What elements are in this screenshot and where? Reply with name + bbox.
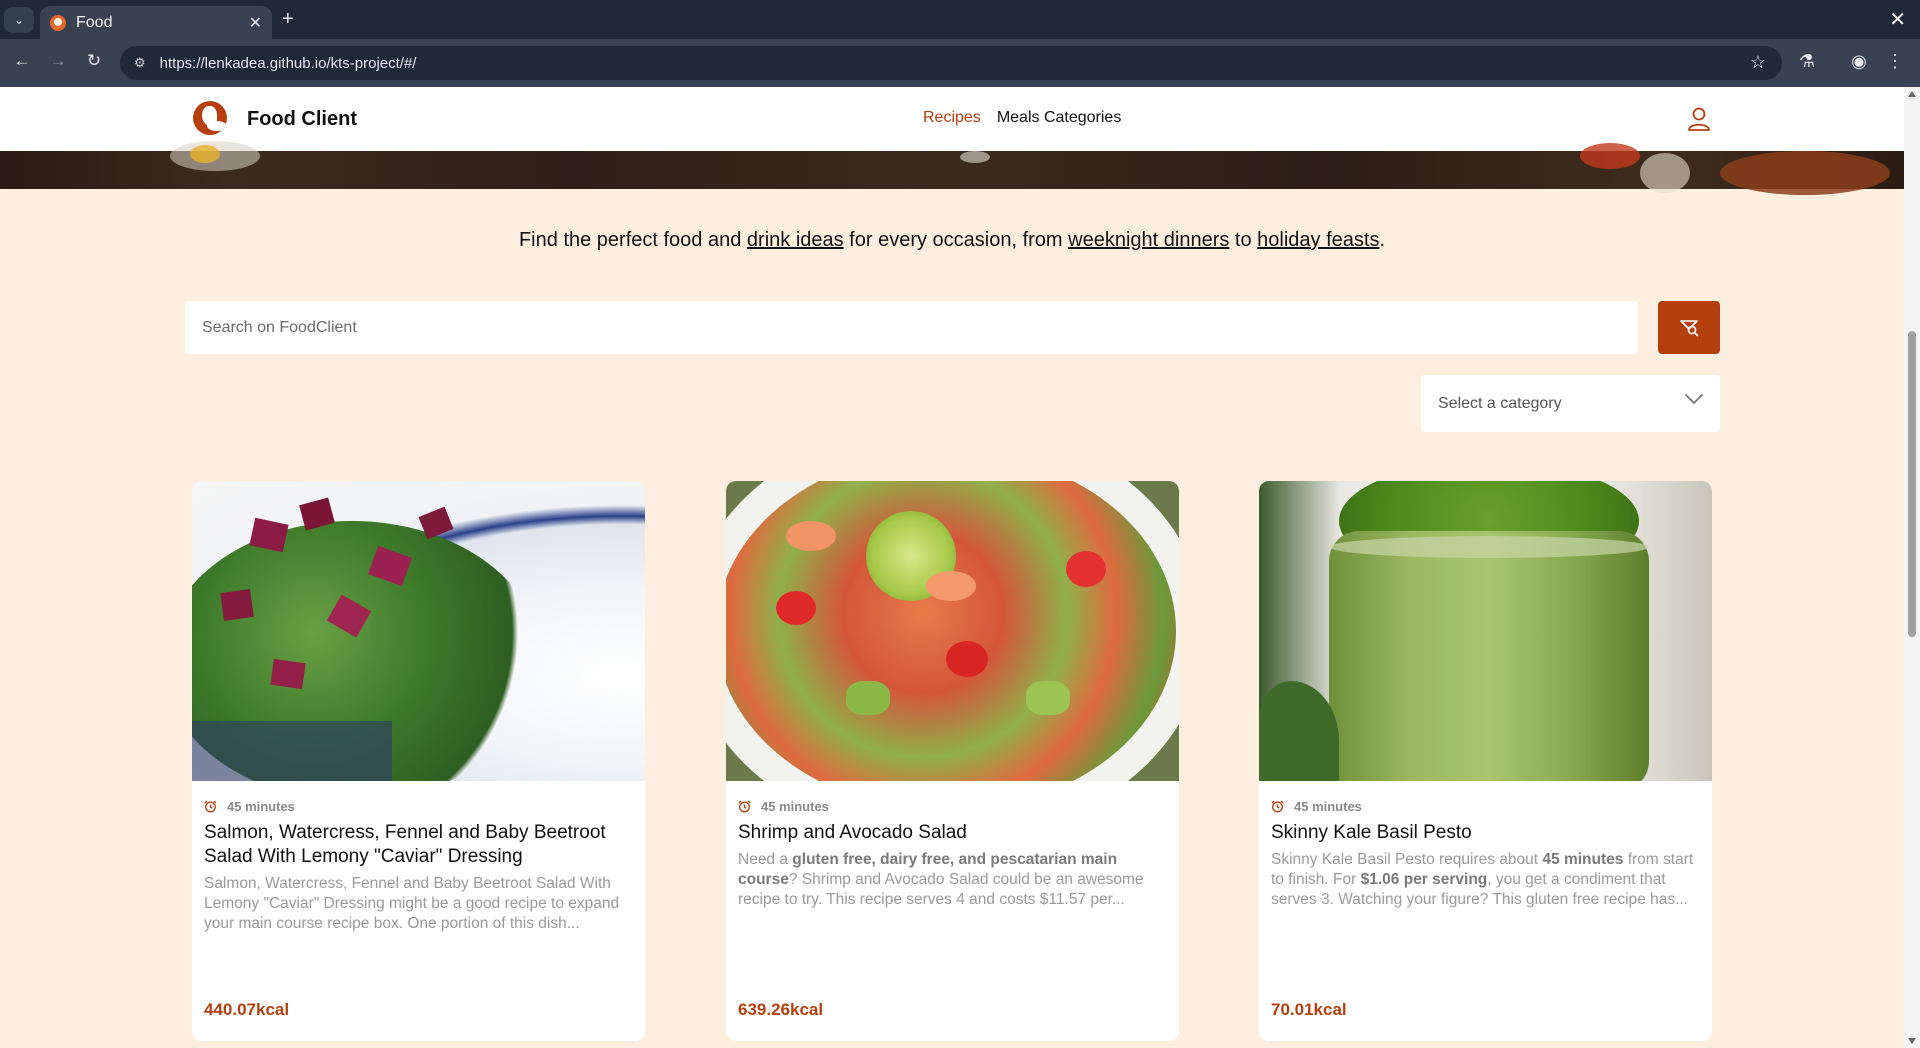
alarm-clock-icon xyxy=(204,800,217,813)
description-text: Need a xyxy=(738,851,793,868)
address-bar[interactable]: ⚙ https://lenkadea.github.io/kts-project… xyxy=(120,46,1782,80)
link-weeknight-dinners[interactable]: weeknight dinners xyxy=(1068,229,1229,251)
nav-recipes[interactable]: Recipes xyxy=(923,109,981,127)
cook-time-text: 45 minutes xyxy=(227,799,295,814)
cook-time: 45 minutes xyxy=(738,799,829,814)
description-text: ? Shrimp and Avocado Salad could be an a… xyxy=(738,871,1144,908)
labs-flask-icon[interactable]: ⚗ xyxy=(1795,51,1819,72)
tagline-text: for every occasion, from xyxy=(843,229,1069,251)
recipe-description: Skinny Kale Basil Pesto requires about 4… xyxy=(1271,850,1701,910)
recipe-description: Need a gluten free, dairy free, and pesc… xyxy=(738,850,1168,910)
cook-time-text: 45 minutes xyxy=(1294,799,1362,814)
category-placeholder: Select a category xyxy=(1438,394,1562,412)
search-input[interactable] xyxy=(185,301,1638,354)
recipe-image-shrimp-avocado xyxy=(726,481,1179,781)
brand-name[interactable]: Food Client xyxy=(247,108,357,131)
recipe-card[interactable]: 45 minutes Skinny Kale Basil Pesto Skinn… xyxy=(1259,481,1712,1041)
description-bold: $1.06 per serving xyxy=(1360,871,1488,888)
recipe-title[interactable]: Skinny Kale Basil Pesto xyxy=(1271,821,1701,845)
logo-icon[interactable] xyxy=(193,101,227,135)
url-text: https://lenkadea.github.io/kts-project/#… xyxy=(159,54,417,72)
profile-icon[interactable]: ◉ xyxy=(1847,51,1871,72)
search-icon xyxy=(1680,319,1699,336)
recipe-title[interactable]: Salmon, Watercress, Fennel and Baby Beet… xyxy=(204,821,634,869)
main-nav: Recipes Meals Categories xyxy=(923,109,1121,127)
page-viewport: Food Client Recipes Meals Categories Fin… xyxy=(0,87,1904,1048)
tagline-text: to xyxy=(1229,229,1258,251)
forward-arrow-icon[interactable]: → xyxy=(46,51,70,71)
site-header: Food Client Recipes Meals Categories xyxy=(0,87,1904,151)
cook-time: 45 minutes xyxy=(1271,799,1362,814)
recipe-calories: 70.01kcal xyxy=(1271,1000,1347,1019)
cook-time: 45 minutes xyxy=(204,799,295,814)
category-select[interactable]: Select a category xyxy=(1421,375,1720,432)
browser-tab[interactable]: Food ✕ xyxy=(40,6,272,39)
page-scrollbar[interactable] xyxy=(1904,87,1920,1048)
menu-kebab-icon[interactable]: ⋮ xyxy=(1883,51,1907,72)
scroll-thumb[interactable] xyxy=(1908,331,1916,637)
tab-close-icon[interactable]: ✕ xyxy=(249,13,262,33)
user-icon[interactable] xyxy=(1687,106,1711,132)
reload-icon[interactable]: ↻ xyxy=(82,51,106,71)
description-text: Skinny Kale Basil Pesto requires about xyxy=(1271,851,1543,868)
recipe-title[interactable]: Shrimp and Avocado Salad xyxy=(738,821,1168,845)
browser-toolbar: ← → ↻ ⚙ https://lenkadea.github.io/kts-p… xyxy=(0,39,1920,87)
tab-search-chevron-icon[interactable]: ⌄ xyxy=(4,7,34,33)
back-arrow-icon[interactable]: ← xyxy=(10,51,34,71)
browser-tabbar: ⌄ Food ✕ + ✕ xyxy=(0,0,1920,39)
scroll-up-icon[interactable] xyxy=(1908,91,1916,97)
nav-meals-categories[interactable]: Meals Categories xyxy=(997,109,1122,127)
tagline-text: Find the perfect food and xyxy=(518,229,747,251)
window-close-icon[interactable]: ✕ xyxy=(1889,7,1906,32)
site-info-icon[interactable]: ⚙ xyxy=(134,55,146,71)
recipe-description: Salmon, Watercress, Fennel and Baby Beet… xyxy=(204,875,620,932)
bookmark-star-icon[interactable]: ☆ xyxy=(1750,52,1766,73)
description-bold: 45 minutes xyxy=(1542,851,1624,868)
chevron-down-icon xyxy=(1685,394,1703,405)
tagline-text: . xyxy=(1379,229,1386,251)
recipe-card[interactable]: 45 minutes Salmon, Watercress, Fennel an… xyxy=(192,481,645,1041)
recipe-image-beet-salad xyxy=(192,481,645,781)
link-holiday-feasts[interactable]: holiday feasts xyxy=(1257,229,1379,251)
recipe-calories: 639.26kcal xyxy=(738,1000,824,1019)
link-drink-ideas[interactable]: drink ideas xyxy=(747,229,844,251)
scroll-down-icon[interactable] xyxy=(1908,1038,1916,1044)
recipe-image-kale-pesto xyxy=(1259,481,1712,781)
tab-title: Food xyxy=(76,13,113,31)
hero-banner-image xyxy=(0,141,1904,195)
tagline: Find the perfect food and drink ideas fo… xyxy=(0,229,1904,252)
recipe-calories: 440.07kcal xyxy=(204,1000,290,1019)
new-tab-plus-icon[interactable]: + xyxy=(282,8,294,31)
cook-time-text: 45 minutes xyxy=(761,799,829,814)
favicon-icon xyxy=(50,14,66,31)
alarm-clock-icon xyxy=(1271,800,1284,813)
recipe-card[interactable]: 45 minutes Shrimp and Avocado Salad Need… xyxy=(726,481,1179,1041)
alarm-clock-icon xyxy=(738,800,751,813)
search-button[interactable] xyxy=(1658,301,1720,354)
